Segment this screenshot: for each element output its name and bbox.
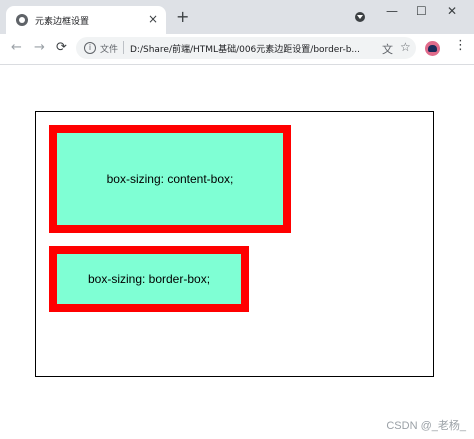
url-divider	[123, 41, 124, 54]
url-text[interactable]: D:/Share/前端/HTML基础/006元素边距设置/border-b...	[130, 42, 376, 55]
outer-container: box-sizing: content-box; box-sizing: bor…	[35, 111, 434, 377]
page-content: box-sizing: content-box; box-sizing: bor…	[0, 65, 474, 439]
window-close-button[interactable]: ✕	[447, 4, 457, 18]
menu-icon[interactable]: ⋮	[454, 39, 467, 53]
reload-button[interactable]: ⟳	[56, 41, 67, 55]
border-box-demo: box-sizing: border-box;	[49, 246, 249, 312]
tab-close-icon[interactable]: ×	[148, 12, 158, 26]
border-box-label: box-sizing: border-box;	[87, 272, 211, 286]
minimize-button[interactable]: —	[386, 4, 398, 18]
maximize-button[interactable]: ☐	[416, 4, 427, 18]
tab-active[interactable]: 元素边框设置 ×	[6, 6, 166, 34]
tab-search-icon[interactable]	[355, 12, 365, 22]
info-icon[interactable]: i	[84, 42, 96, 54]
translate-icon[interactable]: 文	[382, 41, 393, 57]
profile-avatar[interactable]	[425, 41, 440, 56]
tab-title: 元素边框设置	[35, 16, 90, 27]
address-bar[interactable]: i 文件 D:/Share/前端/HTML基础/006元素边距设置/border…	[76, 37, 416, 59]
back-button[interactable]: ←	[11, 41, 22, 55]
tab-strip: 元素边框设置 × + — ☐ ✕	[0, 0, 474, 34]
bookmark-star-icon[interactable]: ☆	[400, 40, 411, 54]
browser-toolbar: ← → ⟳ i 文件 D:/Share/前端/HTML基础/006元素边距设置/…	[0, 34, 474, 65]
forward-button[interactable]: →	[34, 41, 45, 55]
new-tab-button[interactable]: +	[176, 8, 189, 26]
content-box-label: box-sizing: content-box;	[106, 172, 234, 186]
csdn-watermark: CSDN @_老杨_	[386, 420, 466, 432]
file-scheme-label: 文件	[100, 45, 119, 55]
globe-icon	[16, 14, 28, 26]
browser-window: 元素边框设置 × + — ☐ ✕ ← → ⟳ i 文件 D:/Share/前端/…	[0, 0, 474, 439]
content-box-demo: box-sizing: content-box;	[49, 125, 291, 233]
